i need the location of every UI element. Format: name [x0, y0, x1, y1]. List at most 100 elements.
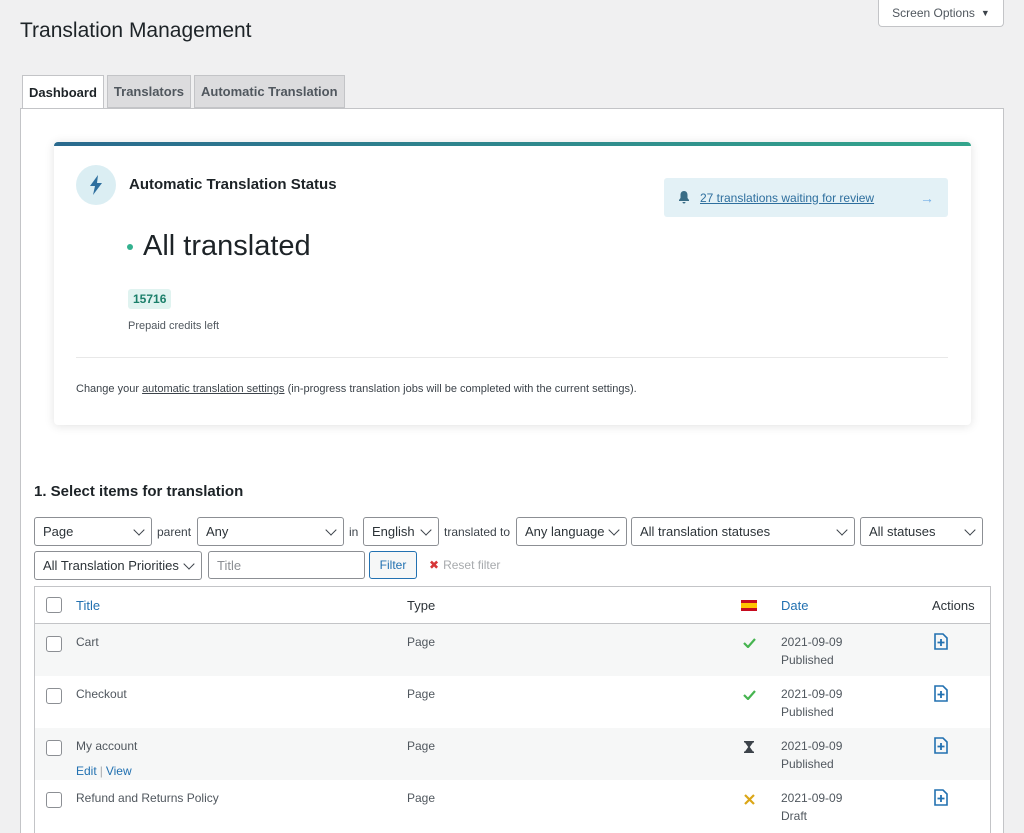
row-post-status: Draft — [781, 809, 808, 823]
actions-column-header: Actions — [932, 598, 975, 613]
row-checkbox[interactable] — [46, 636, 62, 652]
post-status-select[interactable]: All statuses — [860, 517, 983, 546]
chevron-down-icon — [325, 524, 337, 536]
card-divider — [76, 357, 948, 358]
table-row: Refund and Returns Policy Page 2021-09-0… — [35, 780, 990, 832]
row-checkbox[interactable] — [46, 740, 62, 756]
card-accent-bar — [54, 142, 971, 146]
settings-link[interactable]: automatic translation settings — [142, 383, 284, 395]
add-translation-icon[interactable] — [933, 789, 951, 807]
row-type: Page — [407, 635, 436, 649]
parent-select[interactable]: Any — [197, 517, 344, 546]
chevron-down-icon — [133, 524, 145, 536]
add-translation-icon[interactable] — [933, 633, 951, 651]
row-type: Page — [407, 739, 436, 753]
reset-filter-link[interactable]: ✖ Reset filter — [429, 558, 500, 572]
status-dot — [127, 243, 133, 250]
type-column-header: Type — [407, 598, 436, 613]
screen-options-button[interactable]: Screen Options ▼ — [878, 0, 1004, 27]
edit-link[interactable]: Edit — [76, 764, 97, 778]
row-title[interactable]: Cart — [76, 635, 99, 649]
section-title: 1. Select items for translation — [34, 483, 244, 500]
check-icon — [742, 688, 756, 702]
hourglass-icon — [742, 740, 756, 754]
chevron-down-icon — [183, 558, 195, 570]
row-date: 2021-09-09 — [781, 739, 843, 753]
row-type: Page — [407, 791, 436, 805]
row-title[interactable]: My account — [76, 739, 137, 753]
dashboard-panel: Automatic Translation Status 27 translat… — [20, 108, 1004, 833]
row-checkbox[interactable] — [46, 688, 62, 704]
nav-tabs: Dashboard Translators Automatic Translat… — [22, 75, 345, 109]
screen-options-label: Screen Options — [892, 6, 975, 20]
in-label: in — [349, 525, 359, 539]
chevron-down-icon — [608, 524, 620, 536]
title-column-header[interactable]: Title — [76, 598, 100, 613]
translation-status-select-value: All translation statuses — [640, 524, 771, 539]
target-language-select[interactable]: Any language — [516, 517, 627, 546]
row-actions: Edit | View — [76, 764, 132, 778]
row-title[interactable]: Refund and Returns Policy — [76, 791, 219, 805]
post-status-select-value: All statuses — [869, 524, 936, 539]
language-select-value: English — [372, 524, 415, 539]
add-translation-icon[interactable] — [933, 685, 951, 703]
chevron-down-icon — [420, 524, 432, 536]
ate-title: Automatic Translation Status — [129, 176, 337, 193]
view-link[interactable]: View — [106, 764, 132, 778]
check-icon — [742, 636, 756, 650]
row-checkbox[interactable] — [46, 792, 62, 808]
page-title: Translation Management — [20, 19, 252, 42]
add-translation-icon[interactable] — [933, 737, 951, 755]
items-table: Title Type Date Actions Cart Page 2021-0… — [34, 586, 991, 833]
title-search-input[interactable]: Title — [208, 551, 365, 579]
translated-to-label: translated to — [444, 525, 511, 539]
chevron-down-icon — [964, 524, 976, 536]
arrow-right-icon: → — [920, 189, 934, 206]
status-text: All translated — [143, 230, 311, 262]
parent-label: parent — [157, 525, 192, 539]
cross-icon — [742, 792, 756, 806]
separator: | — [99, 764, 103, 778]
translation-status: All translated — [127, 230, 311, 263]
bell-icon — [678, 191, 690, 204]
footer-suffix: (in-progress translation jobs will be co… — [287, 383, 637, 395]
row-date: 2021-09-09 — [781, 687, 843, 701]
date-column-header[interactable]: Date — [781, 598, 808, 613]
spain-flag-icon — [741, 599, 757, 611]
reset-filter-label: Reset filter — [443, 558, 501, 572]
footer-prefix: Change your — [76, 383, 139, 395]
tab-dashboard[interactable]: Dashboard — [22, 75, 104, 109]
lightning-icon — [76, 165, 116, 205]
tab-automatic-translation[interactable]: Automatic Translation — [194, 75, 345, 108]
row-date: 2021-09-09 — [781, 635, 843, 649]
review-link[interactable]: 27 translations waiting for review — [700, 191, 920, 205]
select-all-checkbox[interactable] — [46, 597, 62, 613]
row-type: Page — [407, 687, 436, 701]
chevron-down-icon — [836, 524, 848, 536]
table-row: Cart Page 2021-09-09 Published — [35, 624, 990, 676]
table-row: My account Edit | View Page 2021-09-09 Pub… — [35, 728, 990, 780]
type-select-value: Page — [43, 524, 74, 539]
review-notice[interactable]: 27 translations waiting for review → — [664, 178, 948, 217]
ate-footer: Change your automatic translation settin… — [76, 383, 637, 395]
target-language-select-value: Any language — [525, 524, 605, 539]
close-icon: ✖ — [429, 558, 440, 572]
priority-select[interactable]: All Translation Priorities — [34, 551, 202, 580]
tab-translators[interactable]: Translators — [106, 75, 191, 108]
row-date: 2021-09-09 — [781, 791, 843, 805]
row-post-status: Published — [781, 653, 834, 667]
row-post-status: Published — [781, 705, 834, 719]
table-row: Checkout Page 2021-09-09 Published — [35, 676, 990, 728]
credits-badge: 15716 — [128, 289, 172, 309]
row-title[interactable]: Checkout — [76, 687, 127, 701]
priority-select-value: All Translation Priorities — [43, 558, 179, 573]
credits-label: Prepaid credits left — [128, 320, 220, 332]
filter-button[interactable]: Filter — [369, 551, 417, 579]
translation-status-select[interactable]: All translation statuses — [631, 517, 855, 546]
table-header: Title Type Date Actions — [35, 587, 990, 624]
ate-status-card: Automatic Translation Status 27 translat… — [54, 142, 971, 425]
parent-select-value: Any — [206, 524, 229, 539]
caret-down-icon: ▼ — [980, 8, 990, 18]
language-select[interactable]: English — [363, 517, 439, 546]
type-select[interactable]: Page — [34, 517, 152, 546]
